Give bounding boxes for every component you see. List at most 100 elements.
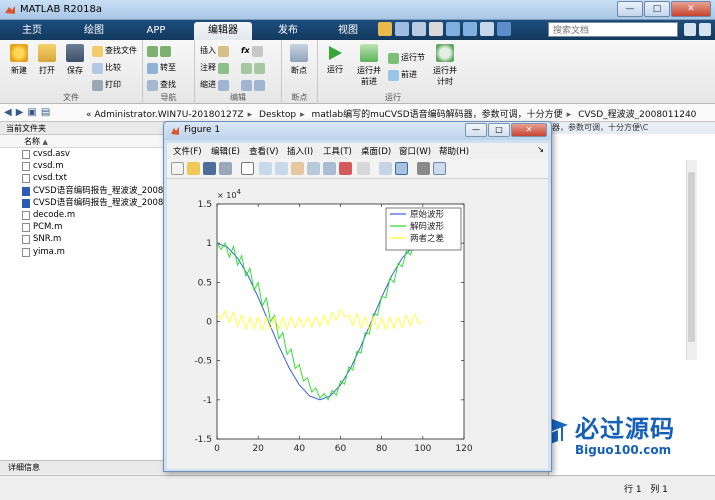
rotate-3d-icon[interactable]: [307, 162, 320, 175]
address-bar[interactable]: ◀ ▶ ▣ ▤ « Administrator.WIN7U-20180127Z ▸…: [0, 104, 715, 122]
insert-legend-icon[interactable]: [395, 162, 408, 175]
tab-editor[interactable]: 编辑器: [194, 22, 252, 40]
find-files-button[interactable]: 查找文件: [92, 45, 137, 57]
figure-close-button[interactable]: ✕: [511, 123, 547, 137]
link-plot-icon[interactable]: [357, 162, 370, 175]
figure-maximize-button[interactable]: □: [488, 123, 510, 137]
smart-indent-icon: [218, 79, 229, 91]
menu-window[interactable]: 窗口(W): [399, 145, 431, 157]
run-advance-button[interactable]: 运行并前进: [354, 44, 384, 87]
save-figure-icon[interactable]: [203, 162, 216, 175]
run-and-time-button[interactable]: 运行并计时: [430, 44, 460, 87]
tab-view[interactable]: 视图: [322, 22, 374, 40]
insert-colorbar-icon[interactable]: [379, 162, 392, 175]
list-item[interactable]: cvsd.txt: [0, 172, 164, 184]
scrollbar-thumb[interactable]: [688, 172, 695, 342]
legend-entry: 解码波形: [410, 221, 445, 232]
tab-publish[interactable]: 发布: [262, 22, 314, 40]
nav-forward-icon[interactable]: ▶: [16, 107, 24, 118]
switch-windows-icon[interactable]: [480, 22, 494, 36]
data-cursor-icon[interactable]: [323, 162, 336, 175]
browse-folder-icon[interactable]: ▤: [41, 107, 50, 118]
advance-button[interactable]: 前进: [388, 69, 417, 81]
word-doc-icon: [22, 198, 30, 208]
indent-controls[interactable]: [241, 79, 265, 91]
notification-icon[interactable]: [699, 23, 711, 36]
menu-desktop[interactable]: 桌面(D): [361, 145, 391, 157]
breadcrumb-segment[interactable]: Desktop: [259, 110, 296, 120]
tab-home[interactable]: 主页: [6, 22, 58, 40]
menu-file[interactable]: 文件(F): [173, 145, 202, 157]
new-button[interactable]: 新建: [6, 44, 32, 76]
search-icon[interactable]: [684, 23, 696, 36]
list-item[interactable]: decode.m: [0, 209, 164, 221]
breakpoints-button[interactable]: 断点: [286, 44, 312, 76]
paste-quick-icon[interactable]: [429, 22, 443, 36]
close-button[interactable]: ✕: [671, 1, 711, 17]
line-chart[interactable]: 0 20 40 60 80 100 120 1.5 1 0.5 0 -0.5 -1 -1.5 × 104 原始…: [167, 179, 548, 469]
hide-plot-tools-icon[interactable]: [417, 162, 430, 175]
goto-button[interactable]: 转至: [147, 62, 176, 74]
minimize-button[interactable]: —: [617, 1, 643, 17]
copy-quick-icon[interactable]: [412, 22, 426, 36]
m-file-icon: [22, 247, 30, 257]
menu-view[interactable]: 查看(V): [249, 145, 278, 157]
list-item[interactable]: cvsd.m: [0, 160, 164, 172]
zoom-in-icon[interactable]: [259, 162, 272, 175]
menu-edit[interactable]: 编辑(E): [211, 145, 240, 157]
run-button[interactable]: 运行: [322, 44, 348, 75]
show-plot-tools-icon[interactable]: [433, 162, 446, 175]
name-column-header[interactable]: 名称 ▲: [0, 135, 164, 148]
insert-button[interactable]: 插入: [200, 45, 229, 57]
back-forward-buttons[interactable]: [147, 45, 171, 57]
run-section-button[interactable]: 运行节: [388, 52, 425, 64]
figure-minimize-button[interactable]: —: [465, 123, 487, 137]
figure-title-bar[interactable]: Figure 1 — □ ✕: [164, 122, 551, 140]
list-item[interactable]: yima.m: [0, 246, 164, 258]
compare-button[interactable]: 比较: [92, 62, 121, 74]
fx-button[interactable]: fx: [241, 45, 263, 57]
find-icon: [147, 79, 158, 91]
save-button[interactable]: 保存: [62, 44, 88, 76]
new-figure-icon[interactable]: [171, 162, 184, 175]
menu-insert[interactable]: 插入(I): [287, 145, 313, 157]
list-item[interactable]: PCM.m: [0, 221, 164, 233]
list-item[interactable]: CVSD语音编码报告_程波波_2008011240: [0, 185, 164, 197]
details-panel-header[interactable]: 详细信息: [0, 460, 165, 474]
y-tick-label: -1.5: [194, 435, 212, 445]
search-documentation-input[interactable]: [548, 22, 678, 37]
nav-back-icon[interactable]: ◀: [4, 107, 12, 118]
redo-quick-icon[interactable]: [463, 22, 477, 36]
open-button[interactable]: 打开: [34, 44, 60, 76]
print-figure-icon[interactable]: [219, 162, 232, 175]
tab-plots[interactable]: 绘图: [68, 22, 120, 40]
cut-quick-icon[interactable]: [395, 22, 409, 36]
menu-tools[interactable]: 工具(T): [323, 145, 352, 157]
save-quick-icon[interactable]: [378, 22, 392, 36]
help-quick-icon[interactable]: [497, 22, 511, 36]
maximize-button[interactable]: □: [644, 1, 670, 17]
pan-hand-icon[interactable]: [291, 162, 304, 175]
breadcrumb-segment[interactable]: Administrator.WIN7U-20180127Z: [94, 110, 243, 120]
print-button[interactable]: 打印: [92, 79, 121, 91]
figure-canvas[interactable]: 0 20 40 60 80 100 120 1.5 1 0.5 0 -0.5 -1 -1.5 × 104 原始…: [167, 179, 548, 469]
wrap-comment-button[interactable]: [241, 62, 265, 74]
dock-arrow-icon[interactable]: ↘: [537, 145, 544, 155]
list-item[interactable]: SNR.m: [0, 233, 164, 245]
list-item[interactable]: cvsd.asv: [0, 148, 164, 160]
menu-help[interactable]: 帮助(H): [439, 145, 469, 157]
editor-path-tab[interactable]: 器，参数可调，十分方便\C: [548, 122, 715, 134]
comment-button[interactable]: 注释: [200, 62, 229, 74]
tab-apps[interactable]: APP: [130, 22, 182, 40]
list-item[interactable]: CVSD语音编码报告_程波波_2008011240: [0, 197, 164, 209]
breadcrumb-segment[interactable]: matlab编写的muCVSD语音编码解码器，参数可调，十分方便: [312, 110, 563, 120]
undo-quick-icon[interactable]: [446, 22, 460, 36]
find-button[interactable]: 查找: [147, 79, 176, 91]
edit-plot-arrow-icon[interactable]: [241, 162, 254, 175]
zoom-out-icon[interactable]: [275, 162, 288, 175]
open-file-icon[interactable]: [187, 162, 200, 175]
nav-up-folder-icon[interactable]: ▣: [27, 107, 36, 118]
breadcrumb-segment[interactable]: CVSD_程波波_2008011240: [578, 110, 696, 120]
indent-button[interactable]: 缩进: [200, 79, 229, 91]
brush-icon[interactable]: [339, 162, 352, 175]
